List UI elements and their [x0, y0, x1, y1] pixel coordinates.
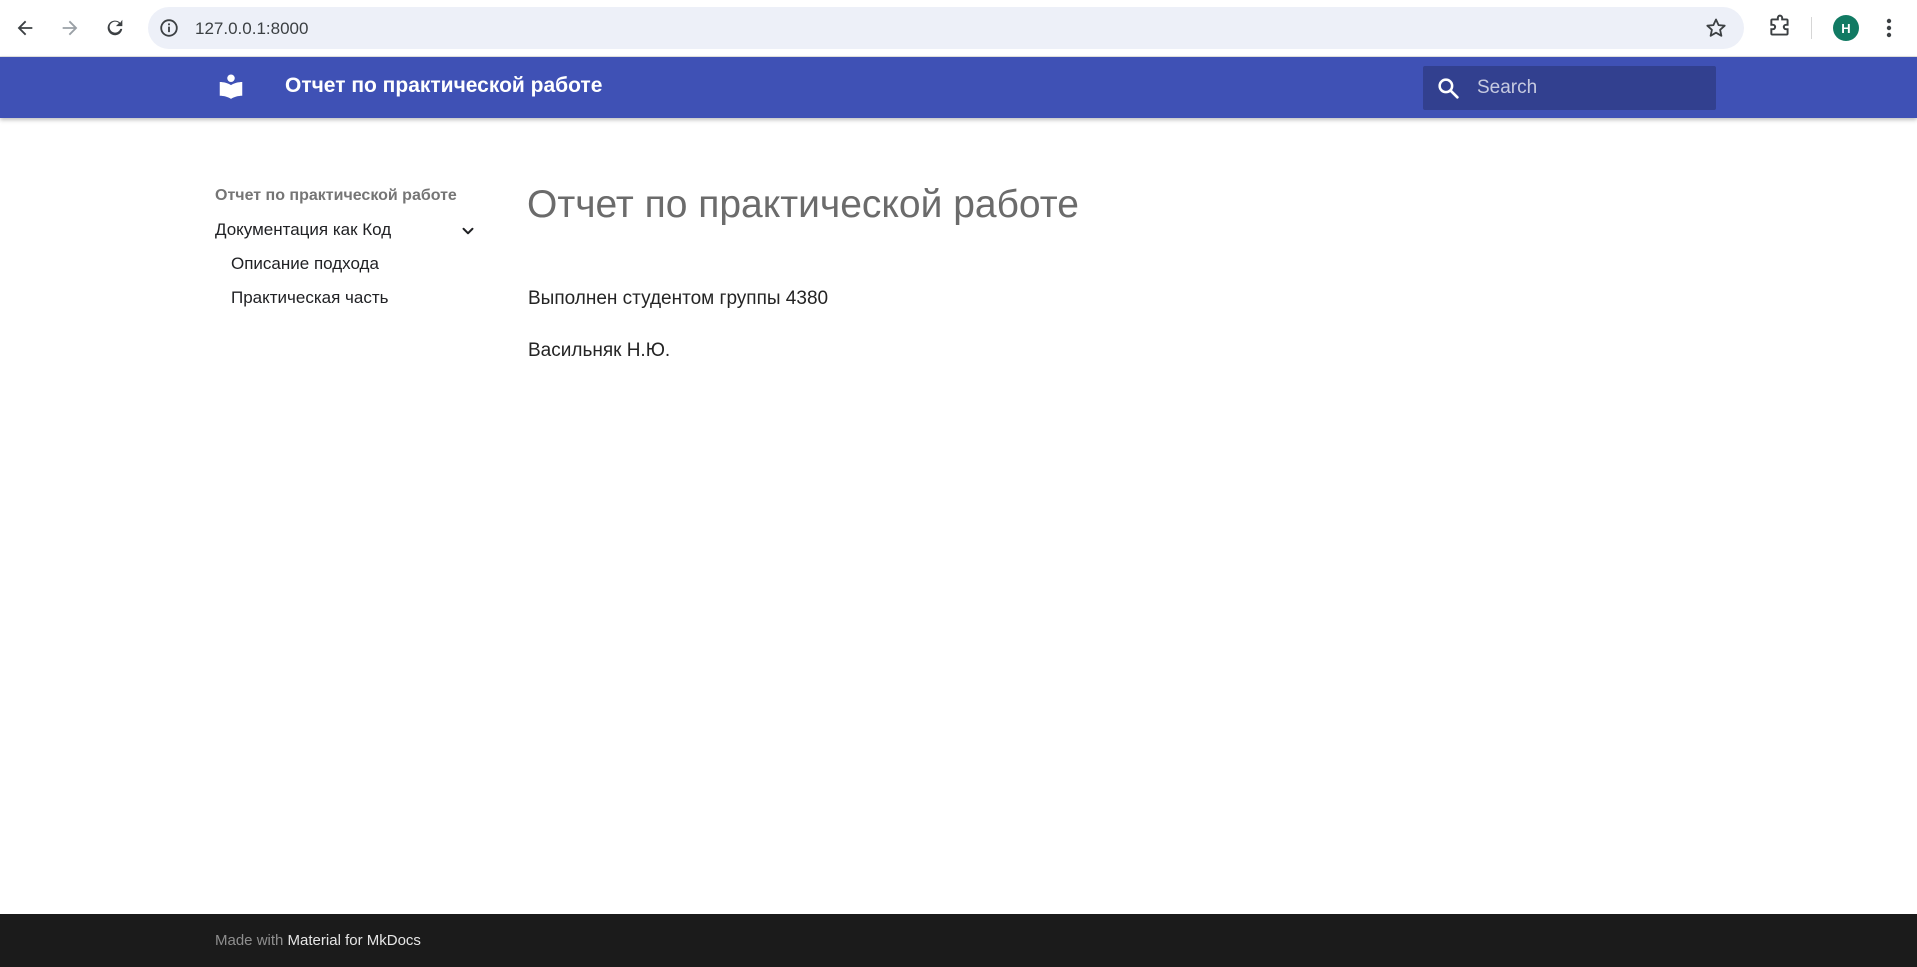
search-box[interactable] [1423, 66, 1716, 110]
toolbar-divider [1811, 17, 1812, 39]
reload-button[interactable] [98, 9, 132, 47]
star-icon[interactable] [1704, 16, 1728, 40]
author-group-text: Выполнен студентом группы 4380 [528, 288, 829, 309]
nav-item-practical-part[interactable]: Практическая часть [231, 288, 389, 308]
forward-icon [62, 20, 78, 36]
search-input[interactable] [1477, 66, 1707, 110]
search-icon[interactable] [1436, 76, 1461, 101]
nav-section-label[interactable]: Документация как Код [215, 220, 391, 239]
more-icon[interactable] [1880, 14, 1898, 42]
footer-prefix: Made with [215, 932, 284, 949]
extensions-icon[interactable] [1767, 14, 1793, 40]
footer-credit: Made with Material for MkDocs [215, 932, 421, 949]
profile-avatar[interactable]: H [1833, 15, 1859, 41]
back-button[interactable] [8, 9, 42, 47]
footer-link-material[interactable]: Material for MkDocs [288, 932, 421, 949]
back-icon [17, 20, 33, 36]
reload-icon [107, 19, 123, 36]
site-title[interactable]: Отчет по практической работе [285, 74, 602, 98]
author-name-text: Васильняк Н.Ю. [528, 340, 671, 361]
book-reader-icon[interactable] [216, 72, 246, 102]
forward-button[interactable] [53, 9, 87, 47]
browser-toolbar: 127.0.0.1:8000 H [0, 0, 1917, 57]
chevron-down-icon[interactable] [459, 222, 477, 240]
nav-item-approach[interactable]: Описание подхода [231, 254, 379, 274]
nav-item-report[interactable]: Отчет по практической работе [215, 187, 457, 205]
url-text[interactable]: 127.0.0.1:8000 [195, 19, 308, 39]
site-footer: Made with Material for MkDocs [0, 914, 1917, 967]
page-title: Отчет по практической работе [527, 183, 1079, 226]
site-header: Отчет по практической работе [0, 57, 1917, 118]
address-bar[interactable]: 127.0.0.1:8000 [148, 7, 1744, 49]
nav-section-docs-as-code[interactable]: Документация как Код [215, 220, 475, 240]
info-icon[interactable] [158, 17, 180, 39]
